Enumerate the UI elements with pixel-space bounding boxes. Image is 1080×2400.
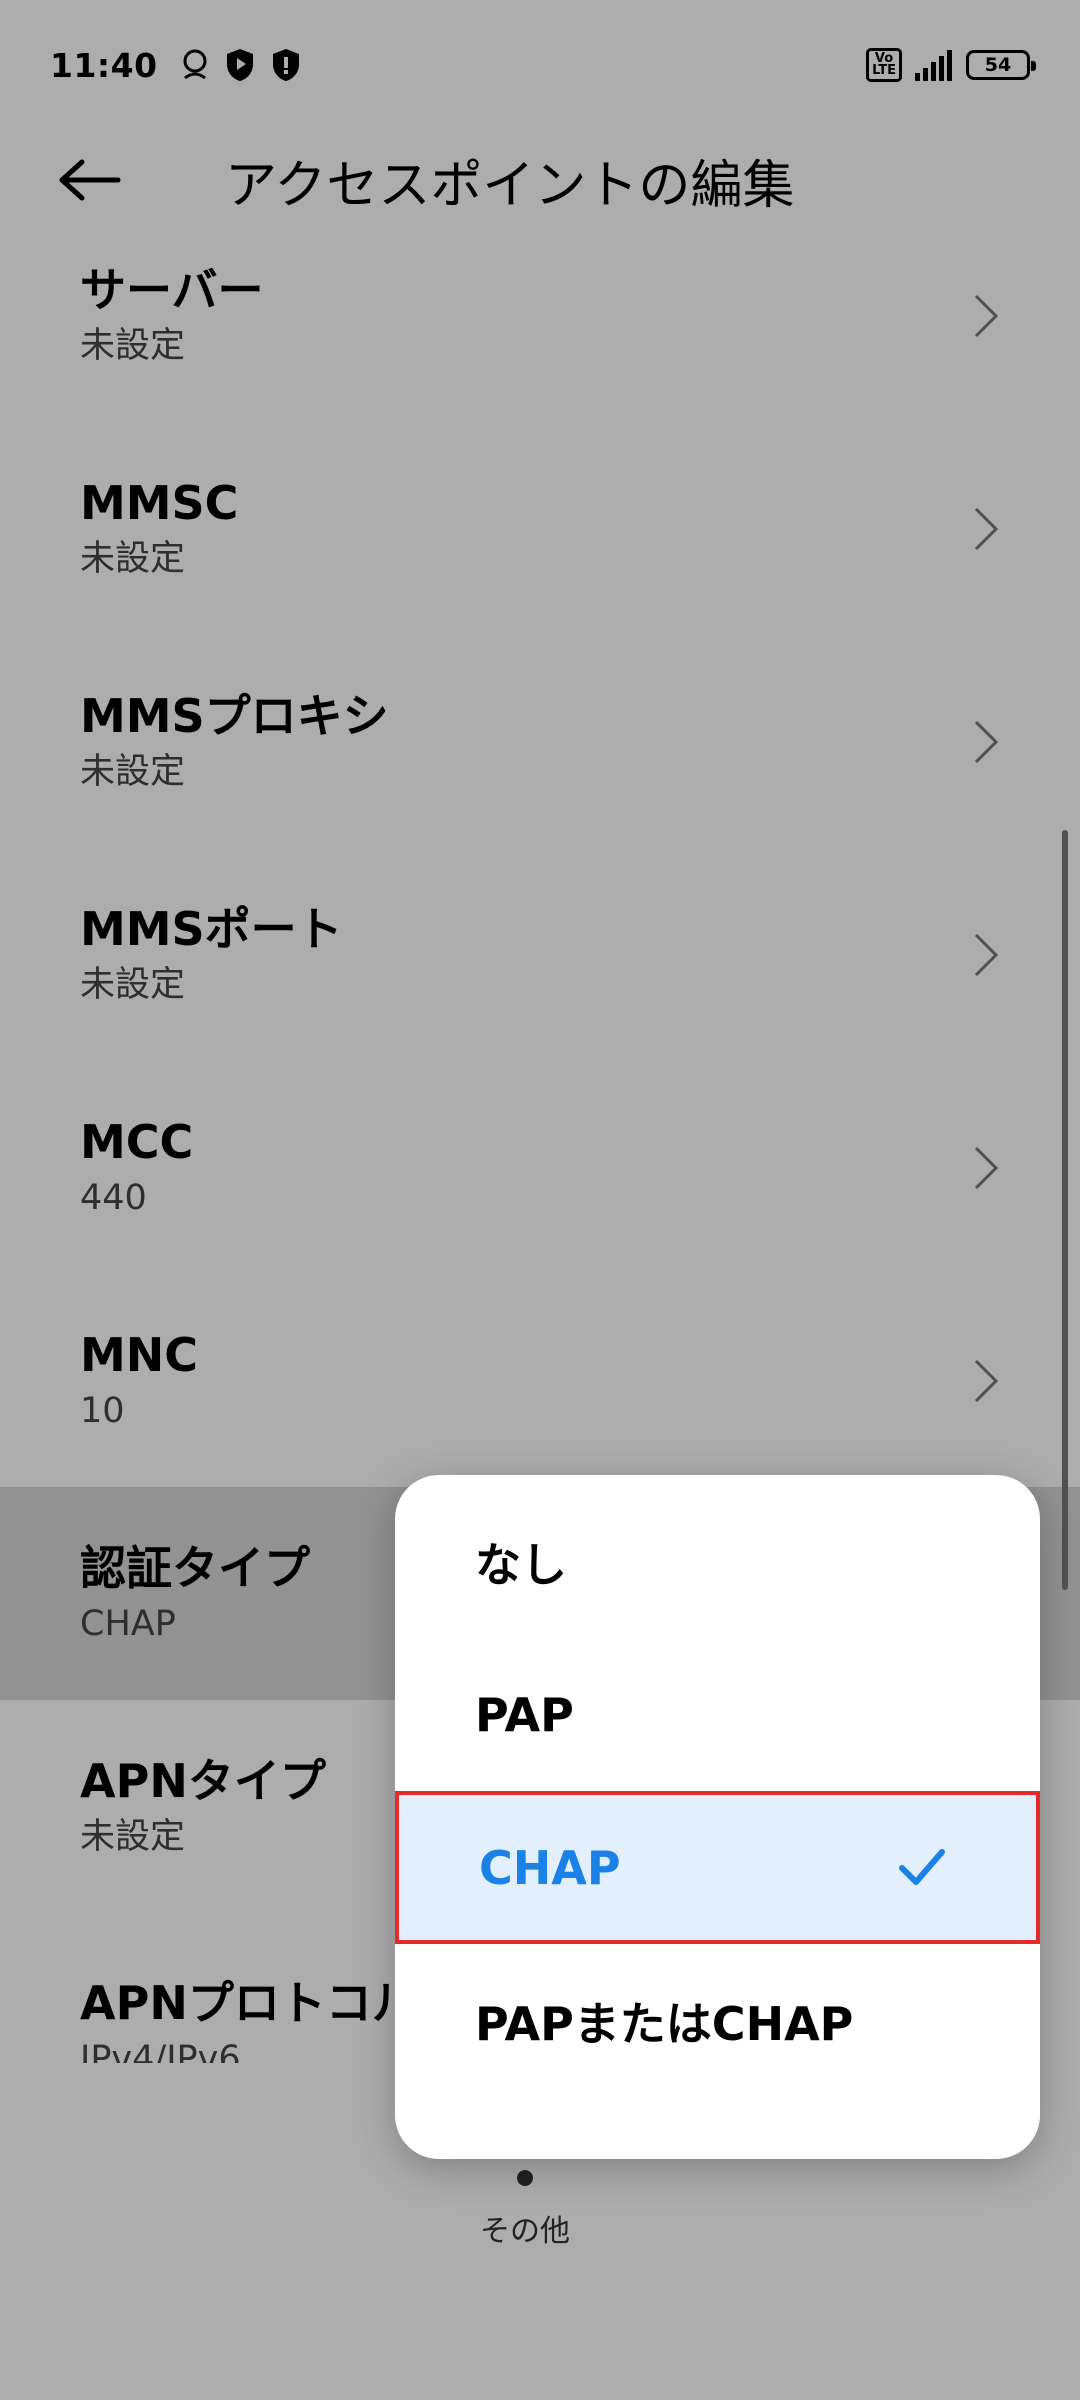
auth-option-pap[interactable]: PAP (395, 1638, 1040, 1791)
option-label: なし (475, 1537, 567, 1592)
auth-option-chap[interactable]: CHAP (395, 1791, 1040, 1944)
option-label: CHAP (479, 1840, 621, 1895)
option-label: PAP (475, 1687, 574, 1742)
auth-option-pap-or-chap[interactable]: PAPまたはCHAP (395, 1944, 1040, 2097)
option-label: PAPまたはCHAP (475, 1996, 854, 2051)
auth-type-dialog: なし PAP CHAP PAPまたはCHAP (395, 1475, 1040, 2159)
check-icon (899, 1848, 945, 1885)
auth-option-none[interactable]: なし (395, 1485, 1040, 1638)
